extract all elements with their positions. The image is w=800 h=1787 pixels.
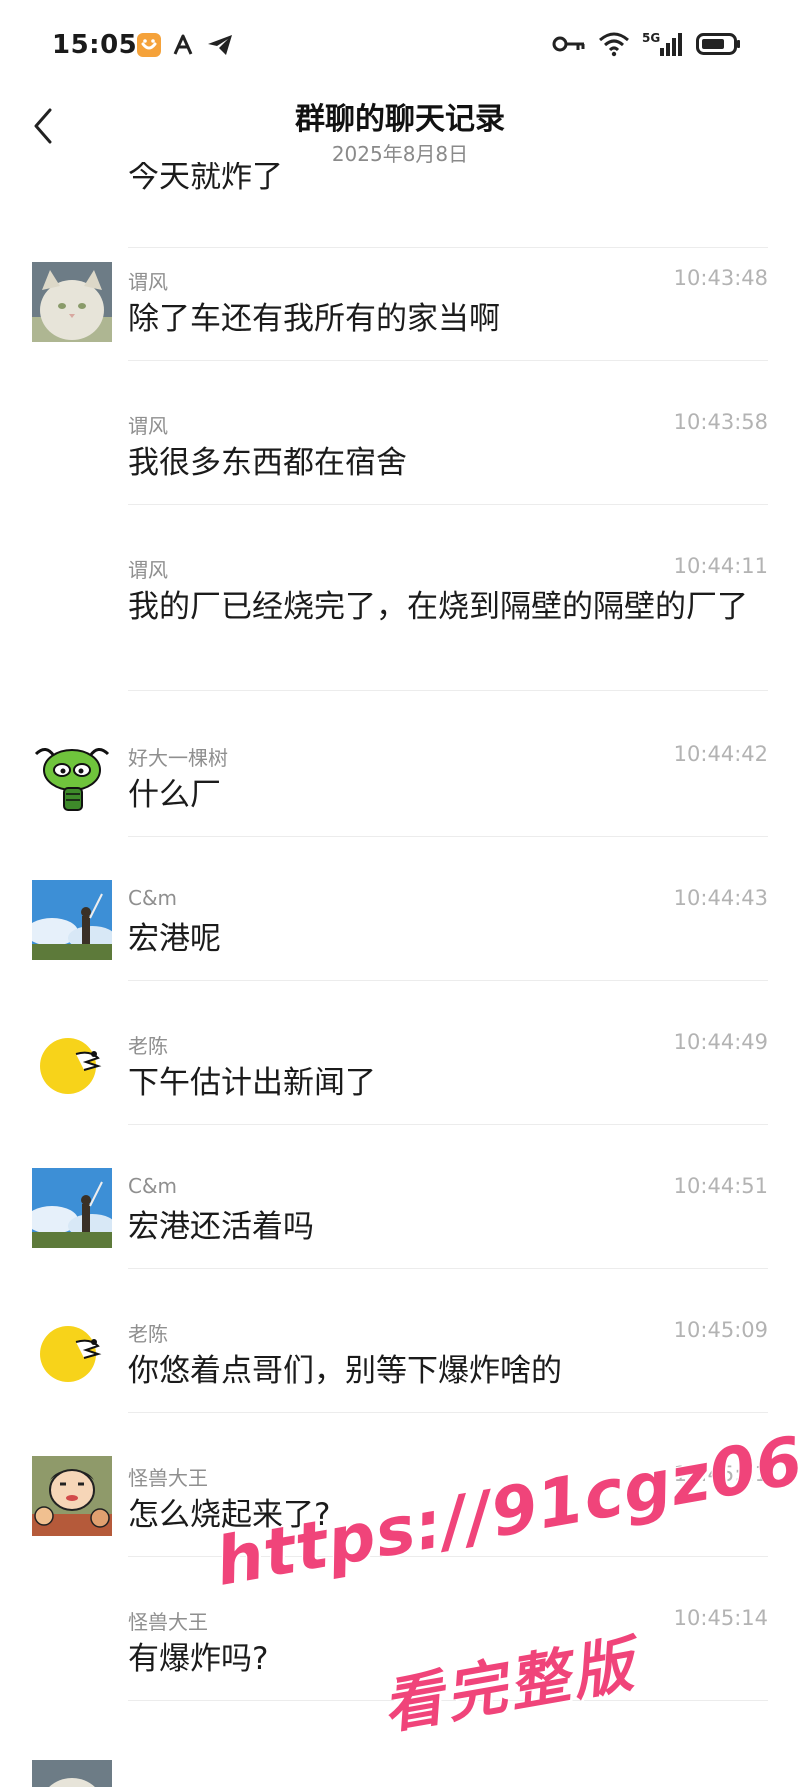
- message-text: 我很多东西都在宿舍: [128, 445, 407, 481]
- sender-name: 怪兽大王: [128, 1466, 208, 1490]
- avatar[interactable]: [32, 880, 112, 960]
- yellow-circle-avatar-icon: [32, 1312, 112, 1392]
- message-time: 10:44:11: [673, 554, 768, 578]
- message-item[interactable]: C&m 10:44:43 宏港呢: [0, 880, 800, 1026]
- message-time: 10:43:48: [673, 266, 768, 290]
- message-divider: [128, 247, 768, 248]
- message-time: 10:45:11: [673, 1462, 768, 1486]
- message-text: 我的厂已经烧完了，在烧到隔壁的隔壁的厂了: [128, 589, 748, 625]
- message-item[interactable]: 老陈 10:44:49 下午估计出新闻了: [0, 1024, 800, 1170]
- message-text: 什么厂: [128, 777, 221, 813]
- message-divider: [128, 1412, 768, 1413]
- font-a-icon: [173, 34, 193, 55]
- message-text: 今天就炸了: [128, 162, 283, 195]
- sender-name: 老陈: [128, 1034, 168, 1058]
- message-item[interactable]: [0, 1760, 800, 1787]
- sender-name: C&m: [128, 1174, 178, 1198]
- message-time: 10:43:58: [673, 410, 768, 434]
- chat-header: 群聊的聊天记录 2025年8月8日: [0, 90, 800, 170]
- sender-name: C&m: [128, 886, 178, 910]
- message-item[interactable]: 谓风 10:43:48 除了车还有我所有的家当啊: [0, 262, 800, 406]
- avatar[interactable]: [32, 1024, 112, 1104]
- network-label: 5G: [642, 31, 660, 45]
- message-item[interactable]: 老陈 10:45:09 你悠着点哥们，别等下爆炸啥的: [0, 1312, 800, 1458]
- status-bar: 15:05 5G: [0, 0, 800, 96]
- cartoon-boy-avatar-icon: [32, 1456, 112, 1536]
- message-list[interactable]: 今天就炸了 谓风 10:43:48 除了车还有我所有的家当啊 谓风 10:43:…: [0, 162, 800, 1787]
- message-divider: [128, 1700, 768, 1701]
- message-text: 怎么烧起来了?: [128, 1497, 331, 1533]
- status-time: 15:05: [52, 30, 138, 60]
- message-item[interactable]: 怪兽大王 10:45:11 怎么烧起来了?: [0, 1456, 800, 1602]
- message-item[interactable]: 谓风 10:44:11 我的厂已经烧完了，在烧到隔壁的隔壁的厂了: [0, 550, 800, 738]
- message-text: 有爆炸吗?: [128, 1641, 269, 1677]
- yellow-circle-avatar-icon: [32, 1024, 112, 1104]
- avatar[interactable]: [32, 1760, 112, 1787]
- status-left-icons: [136, 32, 234, 58]
- message-divider: [128, 504, 768, 505]
- status-right-icons: 5G: [552, 30, 742, 58]
- telegram-send-icon: [208, 35, 232, 55]
- message-text: 除了车还有我所有的家当啊: [128, 301, 500, 337]
- sky-avatar-icon: [32, 1168, 112, 1248]
- sender-name: 谓风: [128, 270, 168, 294]
- wifi-icon: [599, 32, 629, 57]
- battery-icon: [696, 33, 740, 55]
- sender-name: 怪兽大王: [128, 1610, 208, 1634]
- avatar[interactable]: [32, 1456, 112, 1536]
- page-title: 群聊的聊天记录: [295, 102, 505, 137]
- sender-name: 老陈: [128, 1322, 168, 1346]
- avatar[interactable]: [32, 736, 112, 816]
- sky-avatar-icon: [32, 880, 112, 960]
- message-item[interactable]: 今天就炸了: [0, 162, 800, 262]
- cat-avatar-icon: [32, 262, 112, 342]
- message-text: 宏港呢: [128, 921, 221, 957]
- message-time: 10:44:49: [673, 1030, 768, 1054]
- app-badge-icon: [137, 33, 161, 57]
- message-text: 下午估计出新闻了: [128, 1065, 376, 1101]
- message-item[interactable]: 谓风 10:43:58 我很多东西都在宿舍: [0, 406, 800, 550]
- message-time: 10:45:14: [673, 1606, 768, 1630]
- message-divider: [128, 1124, 768, 1125]
- message-divider: [128, 836, 768, 837]
- message-item[interactable]: 好大一棵树 10:44:42 什么厂: [0, 736, 800, 882]
- sender-name: 谓风: [128, 414, 168, 438]
- message-divider: [128, 1556, 768, 1557]
- message-time: 10:44:42: [673, 742, 768, 766]
- avatar[interactable]: [32, 1168, 112, 1248]
- message-time: 10:45:09: [673, 1318, 768, 1342]
- avatar[interactable]: [32, 1312, 112, 1392]
- message-divider: [128, 360, 768, 361]
- sender-name: 好大一棵树: [128, 746, 228, 770]
- sender-name: 谓风: [128, 558, 168, 582]
- message-time: 10:44:43: [673, 886, 768, 910]
- message-text: 宏港还活着吗: [128, 1209, 314, 1245]
- message-text: 你悠着点哥们，别等下爆炸啥的: [128, 1353, 562, 1389]
- green-bug-avatar-icon: [32, 736, 112, 816]
- message-time: 10:44:51: [673, 1174, 768, 1198]
- cat-avatar-icon: [32, 1760, 112, 1787]
- key-icon: [552, 36, 585, 52]
- message-item[interactable]: 怪兽大王 10:45:14 有爆炸吗?: [0, 1602, 800, 1746]
- message-item[interactable]: C&m 10:44:51 宏港还活着吗: [0, 1168, 800, 1314]
- avatar[interactable]: [32, 262, 112, 342]
- message-divider: [128, 1268, 768, 1269]
- 5g-signal-icon: 5G: [642, 31, 682, 56]
- message-divider: [128, 690, 768, 691]
- message-divider: [128, 980, 768, 981]
